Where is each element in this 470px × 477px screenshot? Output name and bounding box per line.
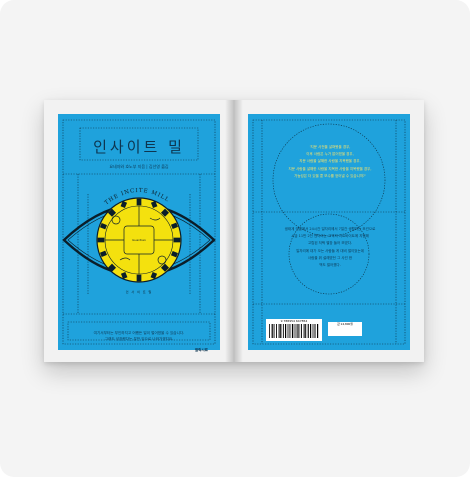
desc-line: 일자리에 대가 오는 사람들 게 대비 벌이었는데 (296, 248, 364, 253)
author-credit: 요네자와 호노부 지음 | 김선영 옮김 (109, 164, 169, 169)
quote-line: 지문 사람을 살해한 사람을 지목한 사람을 지목했을 경우, (288, 166, 372, 171)
right-page: '지문 사전을 살펴봤을 경우, 이후 사람은 누가 없어졌을 경우, 지문 사… (234, 100, 424, 362)
open-book-spread: THE INCITE MILL 인 사 이 트 밀 Guardian 인사이트 … (44, 100, 424, 362)
publisher-logo: 엘릭시르 (194, 348, 208, 352)
price-label: 값 14,800원 (328, 322, 362, 336)
front-blurb: 여기서부터는 부인하지고 어쨌든 일이 벌어졌을 수 있습니다. 그래도 성장했… (68, 330, 210, 342)
center-label: Guardian (132, 238, 146, 242)
desc-line: 고립된 저택 별장 들어 모였다. (307, 241, 353, 246)
eye-subtitle: 인 사 이 트 밀 (126, 289, 153, 294)
back-quote: '지문 사전을 살펴봤을 경우, 이후 사람은 누가 없어졌을 경우, 지문 사… (274, 144, 386, 180)
quote-line: 지문 사람을 살해한 사람을 지목했을 경우, (299, 159, 361, 164)
desc-line: 생태계 연결에서 24시간 일자리에서 7일간 생활하는 조건으로 (284, 227, 376, 231)
desc-line: 시급 11만 2천 엔이라는 고액의 아르바이트에 지원해 (291, 234, 369, 239)
book-title: 인사이트 밀 (93, 138, 185, 156)
quote-line: '지문 사전을 살펴봤을 경우, (309, 145, 351, 149)
front-cover: THE INCITE MILL 인 사 이 트 밀 Guardian 인사이트 … (58, 114, 220, 352)
isbn-barcode: 9 788954 647854 (266, 319, 322, 341)
barcode-number: 9 788954 647854 (280, 319, 308, 323)
back-cover: '지문 사전을 살펴봤을 경우, 이후 사람은 누가 없어졌을 경우, 지문 사… (248, 114, 410, 350)
back-description: 생태계 연결에서 24시간 일자리에서 7일간 생활하는 조건으로 시급 11만… (274, 226, 386, 269)
price-text: 값 14,800원 (337, 322, 353, 326)
product-photo: THE INCITE MILL 인 사 이 트 밀 Guardian 인사이트 … (0, 0, 470, 477)
quote-line: 가능성은 더 있을 뿐 보수를 얻어낼 수 있습니까?' (294, 173, 366, 178)
blurb-line: 그래도 성장했다는 분만 입으로 나와가겠지요. (104, 337, 174, 341)
desc-line: 백도 벌어졌다. (319, 263, 341, 268)
desc-line: 사람을 위 설레였던 그 사건 한 (307, 255, 353, 260)
left-page: THE INCITE MILL 인 사 이 트 밀 Guardian 인사이트 … (44, 100, 234, 362)
quote-line: 이후 사람은 누가 없어졌을 경우, (306, 152, 354, 157)
